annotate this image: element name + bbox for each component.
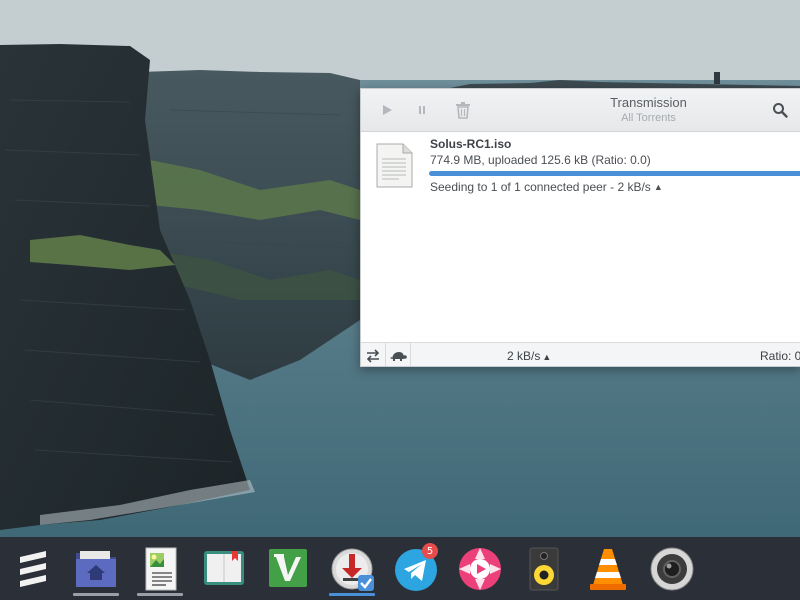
vlc-cone-icon [590, 549, 626, 590]
turtle-mode-button[interactable] [386, 343, 411, 366]
torrent-progress-fill [429, 171, 800, 176]
turtle-icon [390, 351, 407, 361]
music-player-icon [459, 548, 501, 590]
dock-item-image-viewer[interactable] [134, 543, 186, 597]
active-indicator [329, 593, 375, 596]
speed-up-arrow-icon: ▲ [542, 352, 552, 362]
torrent-info: 774.9 MB, uploaded 125.6 kB (Ratio: 0.0) [430, 153, 651, 167]
dock-item-budgie-menu[interactable] [6, 543, 58, 597]
dock-item-vim[interactable] [262, 543, 314, 597]
torrent-progress-bar [429, 171, 800, 176]
transfer-arrows-icon [366, 348, 380, 363]
folder-home-icon [76, 551, 116, 587]
dock-item-vlc[interactable] [582, 543, 634, 597]
running-indicator [137, 593, 183, 596]
menu-lines-icon [20, 551, 46, 587]
dock-item-webcam[interactable] [646, 543, 698, 597]
transfer-options-button[interactable] [361, 343, 386, 366]
running-indicator [73, 593, 119, 596]
speaker-icon [529, 547, 559, 591]
dock-item-book-reader[interactable] [198, 543, 250, 597]
torrent-status-text: Seeding to 1 of 1 connected peer - 2 kB/… [430, 180, 651, 194]
window-subtitle: All Torrents [621, 112, 676, 124]
image-document-icon [145, 547, 177, 591]
transmission-icon [331, 548, 374, 591]
remove-torrent-button[interactable] [452, 99, 474, 121]
window-title: Transmission [610, 95, 687, 110]
dock-item-files[interactable] [70, 543, 122, 597]
speed-text: 2 kB/s [507, 349, 541, 363]
vim-icon [269, 549, 307, 587]
upload-arrow-icon: ▲ [653, 182, 663, 192]
ratio-indicator[interactable]: Ratio: 0 [760, 349, 800, 363]
dock-item-transmission[interactable] [326, 543, 378, 597]
statusbar: 2 kB/s ▲ Ratio: 0 [361, 342, 800, 366]
webcam-icon [650, 547, 694, 591]
start-torrent-button[interactable] [376, 99, 398, 121]
search-icon [773, 103, 788, 118]
window-title-area: Transmission All Torrents [511, 94, 786, 125]
book-icon [204, 551, 244, 585]
dock-item-music-player[interactable] [454, 543, 506, 597]
transmission-window: Transmission All Torrents Solus-RC1.iso [360, 88, 800, 367]
speed-indicator: 2 kB/s ▲ [507, 349, 551, 363]
trash-icon [456, 102, 470, 119]
file-icon [376, 143, 413, 188]
dock-panel: 5 [0, 537, 800, 600]
dock-item-telegram[interactable]: 5 [390, 543, 442, 597]
pause-torrent-button[interactable] [411, 99, 433, 121]
torrent-row[interactable]: Solus-RC1.iso 774.9 MB, uploaded 125.6 k… [361, 132, 800, 202]
play-icon [383, 105, 392, 115]
pause-icon [419, 106, 425, 114]
torrent-status: Seeding to 1 of 1 connected peer - 2 kB/… [430, 180, 663, 194]
torrent-name: Solus-RC1.iso [430, 137, 512, 151]
dock-item-speaker[interactable] [518, 543, 570, 597]
search-button[interactable] [769, 99, 791, 121]
notification-badge: 5 [422, 543, 438, 559]
headerbar: Transmission All Torrents [361, 89, 800, 132]
